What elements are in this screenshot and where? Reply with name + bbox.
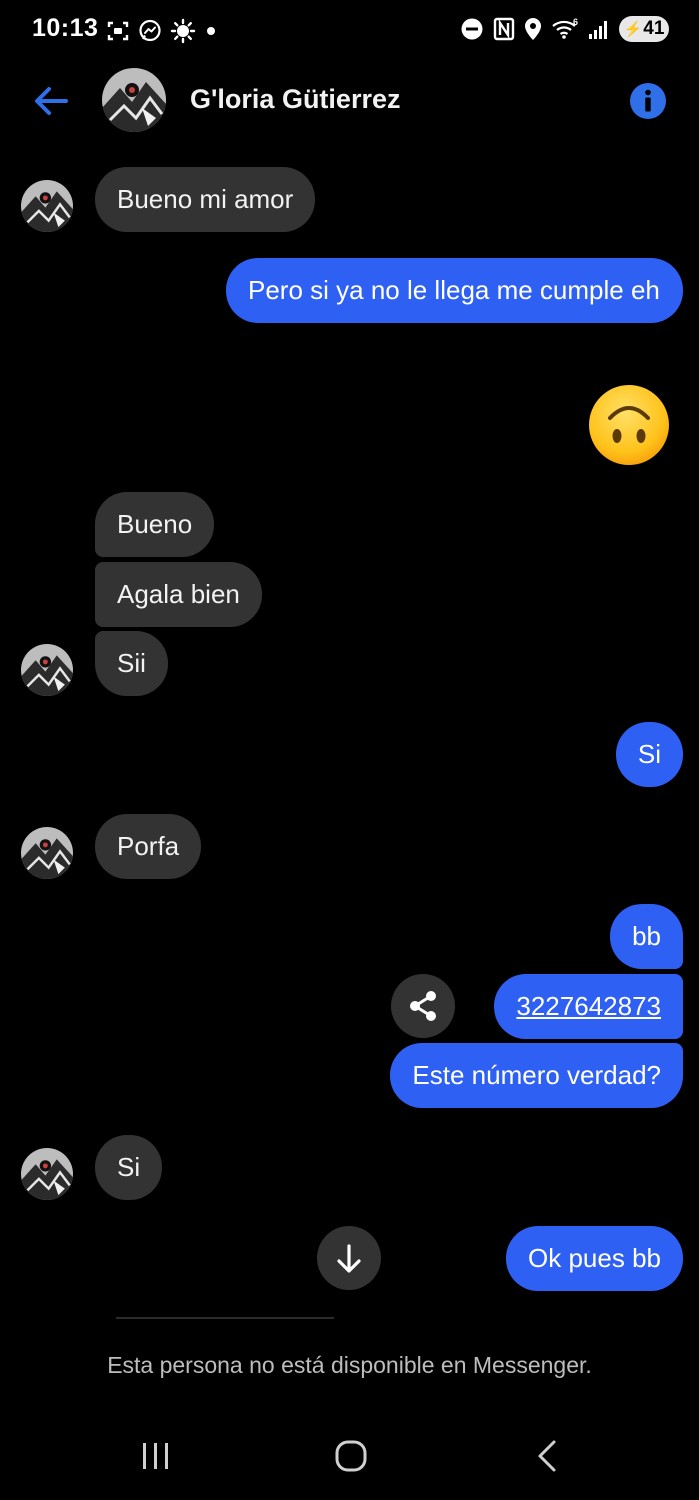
recents-icon[interactable] <box>138 1438 174 1474</box>
battery-level: 41 <box>643 18 665 39</box>
message-bubble-incoming[interactable]: Bueno <box>95 492 215 557</box>
status-right-icons: 6 ⚡ 41 <box>460 16 669 42</box>
chat-header: G'loria Gütierrez <box>0 62 699 142</box>
message-bubble-outgoing[interactable]: bb <box>610 904 683 969</box>
scroll-down-button[interactable] <box>317 1226 381 1290</box>
status-left-icons <box>106 18 218 44</box>
dnd-icon <box>461 18 483 40</box>
message-bubble-incoming[interactable]: Si <box>95 1135 163 1200</box>
nfc-icon <box>493 17 515 41</box>
messenger-icon <box>139 19 161 42</box>
status-time: 10:13 <box>32 14 99 42</box>
share-button[interactable] <box>391 974 455 1038</box>
unavailable-notice: Esta persona no está disponible en Messe… <box>107 1352 592 1378</box>
divider <box>116 1317 334 1319</box>
arrow-down-icon <box>337 1244 361 1273</box>
location-icon <box>525 18 541 40</box>
brightness-icon <box>170 18 196 44</box>
message-bubble-incoming[interactable]: Porfa <box>95 814 202 879</box>
battery-icon: ⚡ 41 <box>619 16 669 42</box>
message-bubble-outgoing[interactable]: Este número verdad? <box>390 1043 683 1108</box>
back-icon[interactable] <box>530 1438 566 1474</box>
status-bar: 10:13 6 ⚡ 41 <box>0 0 699 62</box>
home-icon[interactable] <box>333 1438 369 1474</box>
message-bubble-incoming[interactable]: Bueno mi amor <box>95 167 316 232</box>
system-nav-bar <box>0 1420 699 1500</box>
message-bubble-outgoing[interactable]: Si <box>615 722 683 787</box>
contact-avatar[interactable] <box>102 68 166 132</box>
sender-avatar[interactable] <box>21 1148 73 1200</box>
screenshot-icon <box>107 21 129 41</box>
message-bubble-incoming[interactable]: Sii <box>95 631 168 696</box>
signal-icon <box>589 21 607 39</box>
back-arrow-icon[interactable] <box>30 80 72 122</box>
wifi-icon: 6 <box>552 17 578 39</box>
message-bubble-outgoing-link[interactable]: 3227642873 <box>494 974 683 1039</box>
message-bubble-outgoing[interactable]: Pero si ya no le llega me cumple eh <box>226 258 683 323</box>
message-bubble-outgoing[interactable]: Ok pues bb <box>506 1226 683 1291</box>
sender-avatar[interactable] <box>21 644 73 696</box>
upside-down-face-emoji[interactable] <box>588 384 670 466</box>
phone-number-link[interactable]: 3227642873 <box>516 991 661 1021</box>
message-bubble-incoming[interactable]: Agala bien <box>95 562 262 627</box>
sender-avatar[interactable] <box>21 827 73 879</box>
info-icon[interactable] <box>629 82 667 120</box>
dot-icon <box>207 27 215 35</box>
share-icon <box>410 991 436 1021</box>
sender-avatar[interactable] <box>21 180 73 232</box>
svg-text:6: 6 <box>573 17 578 27</box>
contact-name[interactable]: G'loria Gütierrez <box>190 84 400 115</box>
